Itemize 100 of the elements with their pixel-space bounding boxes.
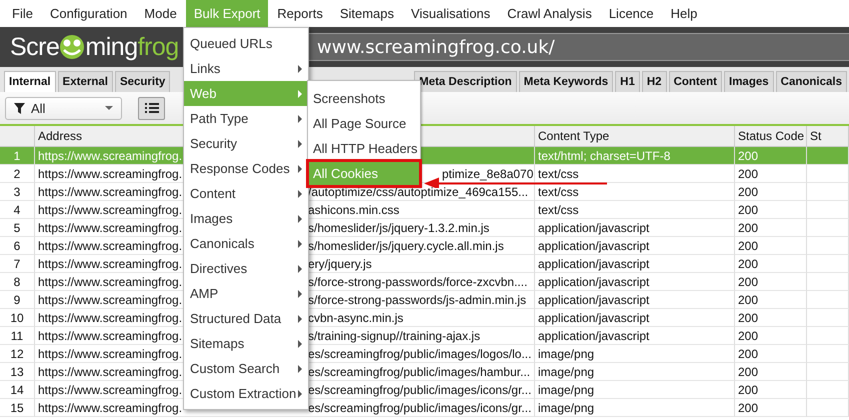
- table-cell: https://www.screamingfrog.: [38, 274, 183, 288]
- menu-item[interactable]: Crawl Analysis: [499, 0, 600, 27]
- menu-item[interactable]: Queued URLs: [184, 31, 308, 56]
- row-number: 8: [0, 273, 35, 291]
- table-cell: text/html; charset=UTF-8: [535, 147, 735, 165]
- table-cell: es/screamingfrog/public/images/icons/gr...: [308, 400, 532, 414]
- table-cell: application/javascript: [535, 237, 735, 255]
- table-cell: text/css: [535, 201, 735, 219]
- submenu-arrow-icon: [298, 314, 302, 322]
- row-number: 1: [0, 147, 35, 165]
- table-cell: ptimize_8e8a070: [442, 166, 534, 180]
- logo-text: Scre: [10, 32, 60, 62]
- row-number: 13: [0, 363, 35, 381]
- menu-item[interactable]: Directives: [184, 256, 308, 281]
- submenu-arrow-icon: [298, 64, 302, 72]
- column-header: Status Code: [735, 126, 807, 146]
- table-cell: s/training-signup//training-ajax.js: [308, 328, 480, 342]
- column-header: St: [807, 126, 849, 146]
- table-cell: 200: [735, 237, 807, 255]
- menu-item[interactable]: Sitemaps: [184, 331, 308, 356]
- submenu-arrow-icon: [298, 214, 302, 222]
- submenu-arrow-icon: [298, 190, 302, 198]
- row-number: 5: [0, 219, 35, 237]
- table-cell: text/css: [535, 183, 735, 201]
- table-cell: ashicons.min.css: [308, 202, 400, 216]
- list-view-button[interactable]: [138, 96, 165, 120]
- row-number: 3: [0, 183, 35, 201]
- table-cell: es/screamingfrog/public/images/icons/gr...: [308, 382, 532, 396]
- tab[interactable]: Content: [668, 71, 722, 92]
- menu-item[interactable]: Links: [184, 56, 308, 81]
- table-cell: application/javascript: [535, 219, 735, 237]
- table-cell: image/png: [535, 399, 735, 417]
- table-cell: text/css: [535, 165, 735, 183]
- url-field[interactable]: www.screamingfrog.co.uk/: [308, 33, 849, 61]
- column-header: Content Type: [535, 126, 735, 146]
- tab[interactable]: H1: [615, 71, 640, 92]
- table-cell: application/javascript: [535, 327, 735, 345]
- menu-item[interactable]: Custom Extraction: [184, 381, 308, 406]
- menu-item[interactable]: Response Codes: [184, 156, 308, 181]
- table-cell: 200: [735, 165, 807, 183]
- submenu-arrow-icon: [298, 240, 302, 248]
- menu-item[interactable]: Custom Search: [184, 356, 308, 381]
- tab[interactable]: Meta Keywords: [518, 71, 614, 92]
- tab[interactable]: Internal: [4, 71, 56, 92]
- table-cell: 200: [735, 381, 807, 399]
- tab[interactable]: Security: [114, 71, 170, 92]
- table-cell: https://www.screamingfrog.: [38, 382, 183, 396]
- menu-item[interactable]: Canonicals: [184, 231, 308, 256]
- table-cell: 200: [735, 201, 807, 219]
- menu-item[interactable]: Configuration: [42, 0, 136, 27]
- table-cell: cvbn-async.min.js: [308, 310, 404, 324]
- table-cell: application/javascript: [535, 255, 735, 273]
- table-cell: s/force-strong-passwords/js-admin.min.js: [308, 292, 526, 306]
- table-cell: es/screamingfrog/public/images/logos/lo...: [308, 346, 532, 360]
- table-cell: https://www.screamingfrog.: [38, 400, 183, 414]
- table-cell: https://www.screamingfrog.: [38, 220, 183, 234]
- table-cell: image/png: [535, 345, 735, 363]
- caret-icon: [105, 106, 113, 110]
- table-cell: https://www.screamingfrog.: [38, 292, 183, 306]
- tab[interactable]: Images: [724, 71, 774, 92]
- menu-item[interactable]: Visualisations: [403, 0, 498, 27]
- table-cell: https://www.screamingfrog.: [38, 310, 183, 324]
- table-cell: 200: [735, 183, 807, 201]
- tab[interactable]: H2: [642, 71, 667, 92]
- table-cell: https://www.screamingfrog.: [38, 256, 183, 270]
- menu-item[interactable]: Help: [662, 0, 706, 27]
- tab[interactable]: Canonicals: [776, 71, 847, 92]
- filter-dropdown[interactable]: All: [5, 96, 122, 120]
- table-cell: 200: [735, 345, 807, 363]
- table-cell: 200: [735, 309, 807, 327]
- row-number: 6: [0, 237, 35, 255]
- table-cell: 200: [735, 291, 807, 309]
- table-cell: 200: [735, 273, 807, 291]
- table-cell: 200: [735, 147, 807, 165]
- filter-value: All: [31, 100, 46, 116]
- submenu-arrow-icon: [298, 164, 302, 172]
- menu-item[interactable]: AMP: [184, 281, 308, 306]
- menu-item[interactable]: Structured Data: [184, 306, 308, 331]
- table-cell: /autoptimize/css/autoptimize_469ca155...: [308, 184, 528, 198]
- menu-item[interactable]: Content: [184, 181, 308, 206]
- submenu-arrow-icon: [298, 90, 302, 98]
- submenu-arrow-icon: [298, 290, 302, 298]
- submenu-arrow-icon: [298, 364, 302, 372]
- menu-item[interactable]: Images: [184, 206, 308, 231]
- table-cell: 200: [735, 363, 807, 381]
- table-cell: https://www.screamingfrog.: [38, 166, 183, 180]
- tab[interactable]: External: [58, 71, 113, 92]
- submenu-arrow-icon: [298, 114, 302, 122]
- menu-item[interactable]: Sitemaps: [332, 0, 402, 27]
- table-cell: https://www.screamingfrog.: [38, 202, 183, 216]
- menu-item[interactable]: Reports: [269, 0, 331, 27]
- table-cell: https://www.screamingfrog.: [38, 148, 183, 162]
- table-cell: s/homeslider/js/jquery-1.3.2.min.js: [308, 220, 490, 234]
- table-cell: application/javascript: [535, 273, 735, 291]
- menu-item[interactable]: Mode: [136, 0, 185, 27]
- row-number: 4: [0, 201, 35, 219]
- table-cell: s/homeslider/js/jquery.cycle.all.min.js: [308, 238, 504, 252]
- menu-item[interactable]: File: [4, 0, 41, 27]
- menu-item[interactable]: Licence: [600, 0, 662, 27]
- table-cell: 200: [735, 399, 807, 417]
